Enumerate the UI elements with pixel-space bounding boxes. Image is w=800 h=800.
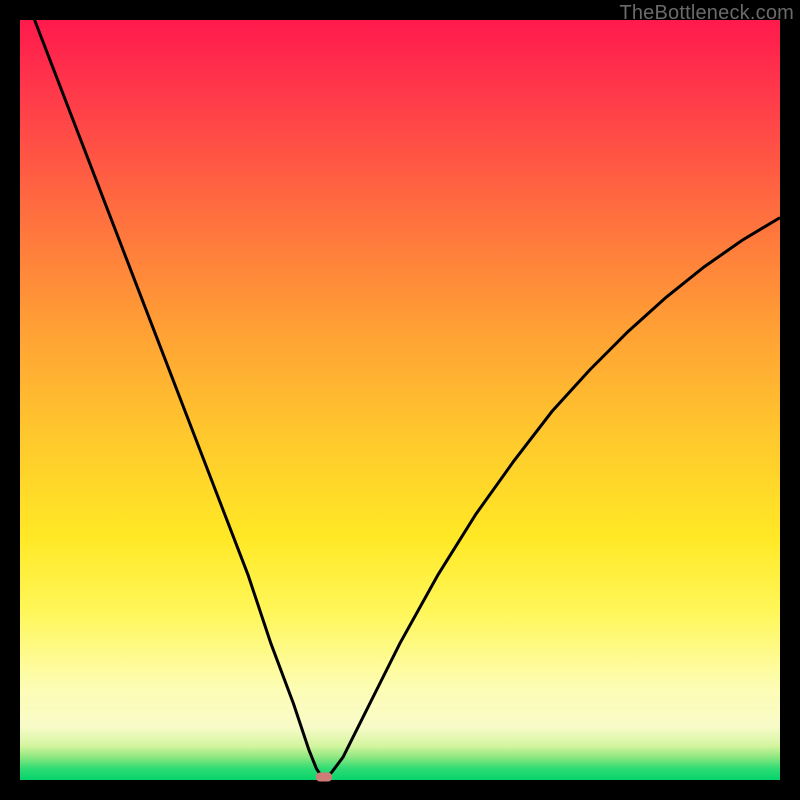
chart-background-gradient (20, 20, 780, 780)
chart-frame (20, 20, 780, 780)
minimum-marker (316, 773, 332, 782)
